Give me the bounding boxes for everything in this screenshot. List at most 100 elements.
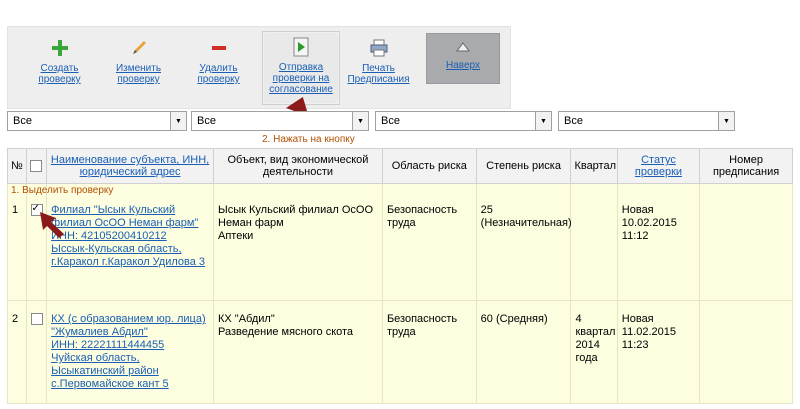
cell-num: 2 — [7, 300, 27, 404]
toolbar: Создать проверку Изменить проверку Удали… — [7, 26, 511, 109]
filter-value-1: Все — [13, 115, 32, 127]
col-object: Объект, вид экономической деятельности — [213, 148, 383, 184]
chevron-down-icon: ▼ — [718, 112, 734, 130]
object-line: Аптеки — [218, 230, 254, 242]
subject-name-line: филиал ОсОО Неман фарм" — [51, 217, 199, 229]
col-select-all — [25, 148, 48, 184]
chevron-down-icon: ▼ — [170, 112, 186, 130]
quarter-line: 2014 — [575, 339, 600, 351]
select-all-checkbox[interactable] — [30, 160, 43, 173]
cell-num: 1 — [7, 183, 27, 301]
col-name[interactable]: Наименование субъекта, ИНН, юридический … — [46, 148, 214, 184]
cell-order — [699, 183, 793, 301]
chevron-down-icon: ▼ — [535, 112, 551, 130]
object-line: Неман фарм — [218, 217, 284, 229]
quarter-line: 4 — [575, 313, 582, 325]
annotation-step2: 2. Нажать на кнопку — [262, 134, 355, 145]
subject-link[interactable]: Филиал "Ысык Кульский филиал ОсОО Неман … — [51, 204, 205, 268]
scroll-top-button[interactable]: Наверх — [426, 33, 500, 84]
filter-value-4: Все — [564, 115, 583, 127]
edit-label: Изменить проверку — [115, 63, 162, 85]
table-row[interactable]: 2 КХ (с образованием юр. лица) "Жумалиев… — [7, 300, 793, 404]
create-label: Создать проверку — [38, 63, 81, 85]
col-risk-degree: Степень риска — [475, 148, 572, 184]
risk-area-line: труда — [386, 217, 416, 229]
subject-address-line: Ыссык-Кульская область, — [51, 243, 182, 255]
quarter-line: квартал — [575, 326, 616, 338]
cell-quarter — [570, 183, 618, 301]
cell-select — [25, 300, 48, 404]
filter-value-3: Все — [381, 115, 400, 127]
send-approval-label: Отправка проверки на согласование — [269, 62, 333, 95]
cell-order — [699, 300, 793, 404]
cell-object: Ысык Кульский филиал ОсОО Неман фарм Апт… — [213, 183, 383, 301]
object-line: Разведение мясного скота — [218, 326, 354, 338]
filter-select-3[interactable]: Все ▼ — [375, 111, 552, 131]
cell-status: Новая 10.02.2015 11:12 — [616, 183, 701, 301]
col-risk-area: Область риска — [381, 148, 477, 184]
risk-degree-line: 25 — [480, 204, 493, 216]
filter-select-4[interactable]: Все ▼ — [558, 111, 735, 131]
create-button[interactable]: Создать проверку — [22, 33, 97, 103]
cell-risk-area: Безопасность труда — [381, 183, 477, 301]
cell-select — [25, 183, 48, 301]
table-row[interactable]: 1 Филиал "Ысык Кульский филиал ОсОО Нема… — [7, 183, 793, 301]
printer-icon — [341, 33, 416, 63]
risk-area-line: Безопасность — [386, 204, 458, 216]
quarter-line: года — [575, 352, 598, 364]
subject-link[interactable]: КХ (с образованием юр. лица) "Жумалиев А… — [51, 313, 206, 390]
col-quarter: Квартал — [570, 148, 618, 184]
filter-select-1[interactable]: Все ▼ — [7, 111, 187, 131]
subject-inn: ИНН: 22221111444455 — [51, 339, 165, 351]
risk-degree-line: (Незначительная) — [480, 217, 572, 229]
risk-degree-line: 60 (Средняя) — [480, 313, 548, 325]
col-status[interactable]: Статус проверки — [616, 148, 701, 184]
triangle-up-icon — [427, 34, 499, 60]
cell-risk-area: Безопасность труда — [381, 300, 477, 404]
subject-name-line: КХ (с образованием юр. лица) — [51, 313, 206, 325]
inspections-table: № Наименование субъекта, ИНН, юридически… — [7, 148, 793, 404]
sort-name-link[interactable]: Наименование субъекта, ИНН, юридический … — [51, 154, 209, 178]
subject-address-line: с.Первомайское кант 5 — [51, 378, 169, 390]
sort-status-link[interactable]: Статус проверки — [635, 154, 682, 178]
object-line: КХ "Абдил" — [218, 313, 275, 325]
cell-status: Новая 11.02.2015 11:23 — [616, 300, 701, 404]
filter-select-2[interactable]: Все ▼ — [191, 111, 369, 131]
edit-button[interactable]: Изменить проверку — [101, 33, 176, 103]
status-line: 11.02.2015 — [621, 326, 677, 338]
status-line: 11:12 — [621, 230, 649, 242]
status-line: Новая — [621, 204, 654, 216]
send-document-icon — [263, 32, 339, 62]
subject-inn: ИНН: 42105200410212 — [51, 230, 167, 242]
subject-name-line: "Жумалиев Абдил" — [51, 326, 148, 338]
print-order-button[interactable]: Печать Предписания — [341, 33, 416, 103]
cell-risk-degree: 25 (Незначительная) — [475, 183, 572, 301]
cell-quarter: 4 квартал 2014 года — [570, 300, 618, 404]
subject-name-line: Филиал "Ысык Кульский — [51, 204, 176, 216]
cell-risk-degree: 60 (Средняя) — [475, 300, 572, 404]
cell-name: КХ (с образованием юр. лица) "Жумалиев А… — [46, 300, 214, 404]
chevron-down-icon: ▼ — [352, 112, 368, 130]
subject-address-line: Ысыкатинский район — [51, 365, 159, 377]
row-checkbox[interactable] — [30, 313, 43, 326]
cell-object: КХ "Абдил" Разведение мясного скота — [213, 300, 383, 404]
subject-address-line: Чуйская область, — [51, 352, 140, 364]
status-line: 10.02.2015 — [621, 217, 677, 229]
risk-area-line: Безопасность — [386, 313, 458, 325]
pencil-icon — [101, 33, 176, 63]
risk-area-line: труда — [386, 326, 416, 338]
print-order-label: Печать Предписания — [347, 63, 410, 85]
col-order: Номер предписания — [699, 148, 793, 184]
pointer-arrow-icon — [40, 212, 64, 238]
delete-button[interactable]: Удалить проверку — [181, 33, 256, 103]
object-line: Ысык Кульский филиал ОсОО — [218, 204, 374, 216]
status-line: Новая — [621, 313, 654, 325]
filter-value-2: Все — [197, 115, 216, 127]
cell-name: Филиал "Ысык Кульский филиал ОсОО Неман … — [46, 183, 214, 301]
subject-address-line: г.Каракол г.Каракол Удилова 3 — [51, 256, 206, 268]
annotation-step1: 1. Выделить проверку — [11, 185, 114, 196]
send-approval-button[interactable]: Отправка проверки на согласование — [262, 31, 340, 105]
status-line: 11:23 — [621, 339, 649, 351]
scroll-top-label: Наверх — [446, 60, 480, 71]
table-header-row: № Наименование субъекта, ИНН, юридически… — [7, 148, 793, 184]
